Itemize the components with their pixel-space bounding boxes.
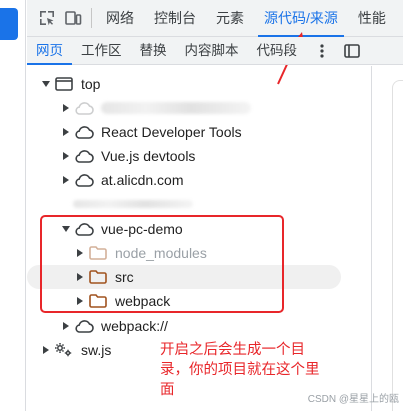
- folder-icon: [87, 265, 109, 289]
- editor-pane: [371, 66, 403, 411]
- subtab-overrides[interactable]: 替换: [131, 37, 176, 65]
- tree-item-top[interactable]: top: [27, 72, 371, 96]
- sources-subtabbar: 网页 工作区 替换 内容脚本 代码段: [27, 37, 403, 65]
- cloud-icon: [73, 144, 95, 168]
- toolbar-separator: [91, 8, 92, 28]
- toggle-sidebar-icon[interactable]: [342, 37, 362, 65]
- tree-item-node-modules[interactable]: node_modules: [27, 241, 371, 265]
- tree-item-label: at.alicdn.com: [101, 172, 184, 188]
- subtab-content-scripts[interactable]: 内容脚本: [176, 37, 248, 65]
- tree-item-label: React Developer Tools: [101, 124, 242, 140]
- tree-item-vue-devtools[interactable]: Vue.js devtools: [27, 144, 371, 168]
- expand-down-icon[interactable]: [39, 72, 53, 96]
- tree-item-redacted: [27, 192, 371, 216]
- tree-item-label: sw.js: [81, 342, 112, 358]
- annotation-line: 面: [160, 382, 175, 398]
- host-page-button[interactable]: [0, 8, 18, 40]
- expand-right-icon[interactable]: [59, 120, 73, 144]
- expand-right-icon[interactable]: [39, 338, 53, 362]
- cloud-icon: [73, 120, 95, 144]
- device-toolbar-icon[interactable]: [61, 6, 85, 30]
- tree-item-label: Vue.js devtools: [101, 148, 196, 164]
- expand-right-icon[interactable]: [59, 96, 73, 120]
- expand-down-icon[interactable]: [59, 217, 73, 241]
- frame-window-icon: [53, 72, 75, 96]
- redacted-text: [101, 102, 251, 114]
- annotation-line: 录，你的项目就在这个里: [160, 362, 320, 378]
- tree-item-webpack-folder[interactable]: webpack: [27, 289, 371, 313]
- expand-right-icon[interactable]: [59, 168, 73, 192]
- tree-item-src[interactable]: src: [27, 265, 341, 289]
- tree-item-label: src: [115, 269, 134, 285]
- tree-item-label: webpack: [115, 293, 171, 309]
- service-worker-gear-icon: [53, 338, 75, 362]
- tab-network[interactable]: 网络: [96, 0, 144, 37]
- folder-icon: [87, 241, 109, 265]
- expand-right-icon[interactable]: [59, 314, 73, 338]
- cloud-icon: [73, 217, 95, 241]
- devtools-main-tabbar: 网络 控制台 元素 源代码/来源 性能: [27, 0, 403, 37]
- tree-item-label: top: [81, 76, 101, 92]
- expand-right-icon[interactable]: [73, 289, 87, 313]
- tree-item-label: node_modules: [115, 245, 207, 261]
- subtab-workspace[interactable]: 工作区: [72, 37, 131, 65]
- expand-right-icon[interactable]: [73, 241, 87, 265]
- tab-console[interactable]: 控制台: [144, 0, 206, 37]
- editor-pane-inner: [392, 80, 403, 411]
- tree-item-label: vue-pc-demo: [101, 221, 183, 237]
- tab-elements[interactable]: 元素: [206, 0, 254, 37]
- annotation-text: 开启之后会生成一个目 录，你的项目就在这个里 面: [160, 340, 330, 400]
- subtab-snippets[interactable]: 代码段: [248, 37, 307, 65]
- tab-performance[interactable]: 性能: [348, 0, 396, 37]
- tab-sources[interactable]: 源代码/来源: [254, 0, 348, 37]
- tree-item-vue-pc-demo[interactable]: vue-pc-demo: [27, 217, 371, 241]
- cloud-icon: [73, 96, 95, 120]
- redacted-text: [73, 200, 193, 208]
- tree-item-alicdn[interactable]: at.alicdn.com: [27, 168, 371, 192]
- expand-right-icon[interactable]: [59, 144, 73, 168]
- tree-item-label: webpack://: [101, 318, 168, 334]
- more-options-icon[interactable]: [312, 37, 332, 65]
- cloud-icon: [73, 168, 95, 192]
- tree-item-react-devtools[interactable]: React Developer Tools: [27, 120, 371, 144]
- tree-item-redacted[interactable]: [27, 96, 371, 120]
- watermark: CSDN @星星上的瓯: [307, 394, 399, 405]
- host-page-strip: [0, 0, 26, 411]
- folder-icon: [87, 289, 109, 313]
- annotation-line: 开启之后会生成一个目: [160, 342, 305, 358]
- subtab-page[interactable]: 网页: [27, 37, 72, 65]
- inspect-element-icon[interactable]: [35, 6, 59, 30]
- tree-item-webpack-root[interactable]: webpack://: [27, 314, 371, 338]
- expand-right-icon[interactable]: [73, 265, 87, 289]
- cloud-icon: [73, 314, 95, 338]
